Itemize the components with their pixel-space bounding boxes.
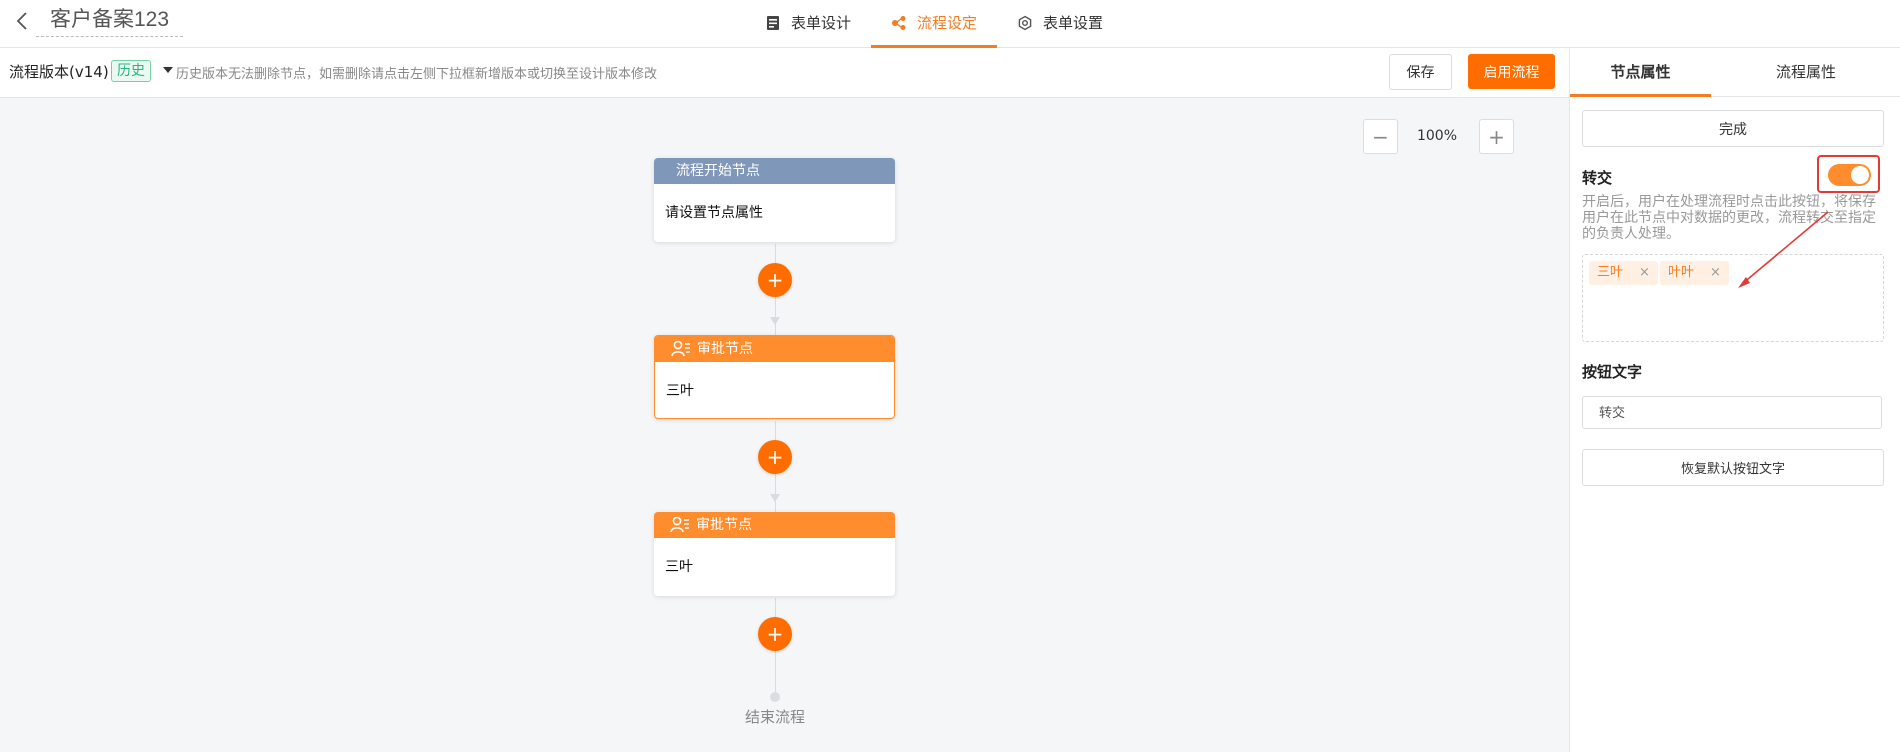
properties-panel: 节点属性 流程属性 完成 转交 开启后，用户在处理流程时点击此按钮，将保存用户在…: [1569, 48, 1900, 752]
approval-node[interactable]: 审批节点 三叶: [654, 335, 895, 419]
reset-button-text-button[interactable]: 恢复默认按钮文字: [1582, 449, 1884, 486]
remove-tag-icon[interactable]: ×: [1639, 261, 1650, 285]
tab-label: 表单设置: [1043, 14, 1104, 32]
history-badge: 历史: [111, 60, 151, 82]
button-text-title: 按钮文字: [1582, 363, 1643, 381]
save-button[interactable]: 保存: [1389, 54, 1452, 90]
remove-tag-icon[interactable]: ×: [1710, 261, 1721, 285]
back-arrow-icon[interactable]: [12, 10, 34, 32]
node-body: 三叶: [666, 383, 694, 399]
assignee-selector[interactable]: 三叶 × 叶叶 ×: [1582, 254, 1884, 342]
zoom-in-button[interactable]: +: [1479, 119, 1514, 154]
node-header: 审批节点: [654, 512, 895, 538]
done-button[interactable]: 完成: [1582, 110, 1884, 147]
add-node-button[interactable]: +: [758, 263, 792, 297]
flow-icon: [891, 15, 907, 31]
approval-node[interactable]: 审批节点 三叶: [654, 512, 895, 596]
end-flow-label: 结束流程: [744, 708, 805, 726]
form-title[interactable]: 客户备案123: [36, 4, 184, 37]
tab-node-properties[interactable]: 节点属性: [1570, 48, 1711, 97]
tab-label: 流程设定: [917, 14, 978, 32]
start-node[interactable]: 流程开始节点 请设置节点属性: [654, 158, 895, 242]
end-dot-icon: [770, 692, 780, 702]
tab-label: 表单设计: [791, 14, 852, 32]
assignee-tag: 叶叶 ×: [1660, 261, 1729, 285]
node-title: 审批节点: [696, 517, 752, 533]
zoom-out-button[interactable]: −: [1363, 119, 1398, 154]
panel-tabs: 节点属性 流程属性: [1570, 48, 1900, 97]
add-node-button[interactable]: +: [758, 617, 792, 651]
tab-flow-properties[interactable]: 流程属性: [1711, 48, 1900, 96]
tab-form-design[interactable]: 表单设计: [745, 0, 871, 47]
main-tabs: 表单设计 流程设定 表单设置: [745, 0, 1123, 48]
node-body: 请设置节点属性: [665, 205, 763, 221]
transfer-description: 开启后，用户在处理流程时点击此按钮，将保存用户在此节点中对数据的更改，流程转交至…: [1582, 194, 1876, 242]
version-label: 流程版本(v14): [9, 63, 109, 81]
version-dropdown-caret-icon[interactable]: [163, 67, 173, 73]
zoom-level: 100%: [1416, 128, 1458, 144]
top-header: 客户备案123 表单设计 流程设定 表单设置: [0, 0, 1900, 48]
toggle-knob: [1851, 166, 1869, 184]
assignee-name: 叶叶: [1668, 265, 1695, 280]
node-title: 流程开始节点: [654, 158, 895, 184]
approver-user-icon: [670, 516, 689, 533]
form-icon: [765, 15, 781, 31]
gear-icon: [1017, 15, 1033, 31]
node-title: 审批节点: [697, 341, 753, 357]
version-hint: 历史版本无法删除节点，如需删除请点击左侧下拉框新增版本或切换至设计版本修改: [176, 67, 658, 82]
tab-form-settings[interactable]: 表单设置: [997, 0, 1123, 47]
tab-flow-setting[interactable]: 流程设定: [871, 0, 998, 48]
flow-toolbar: 流程版本(v14) 历史 历史版本无法删除节点，如需删除请点击左侧下拉框新增版本…: [0, 48, 1569, 98]
connector-arrow-icon: [770, 494, 780, 502]
connector-arrow-icon: [770, 317, 780, 325]
flow-canvas[interactable]: − 100% + 流程开始节点 请设置节点属性 + 审批节点 三叶 + 审批节点…: [0, 98, 1569, 752]
node-header: 审批节点: [655, 336, 894, 362]
add-node-button[interactable]: +: [758, 440, 792, 474]
approver-user-icon: [671, 340, 690, 357]
assignee-tag: 三叶 ×: [1589, 261, 1658, 285]
button-text-input[interactable]: 转交: [1582, 396, 1882, 429]
enable-flow-button[interactable]: 启用流程: [1468, 54, 1555, 89]
assignee-name: 三叶: [1597, 265, 1624, 280]
node-body: 三叶: [665, 559, 693, 575]
transfer-toggle[interactable]: [1828, 164, 1871, 186]
transfer-title: 转交: [1582, 169, 1613, 187]
